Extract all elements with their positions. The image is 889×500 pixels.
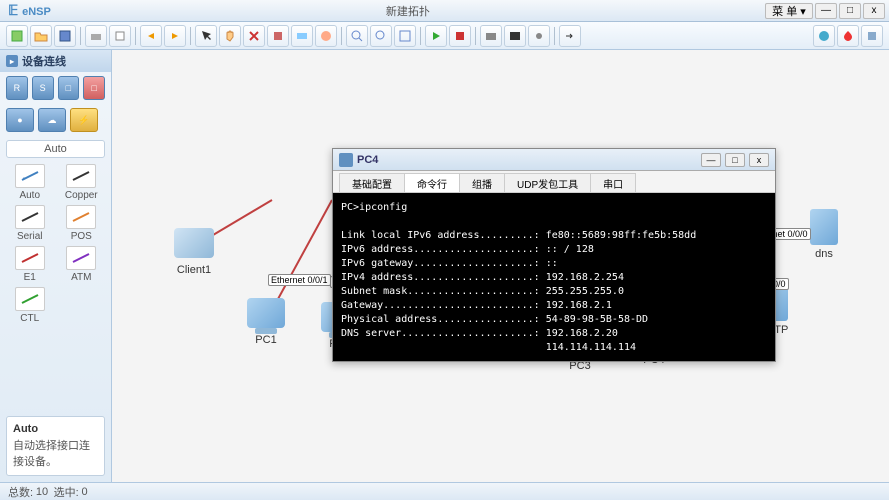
tool-save[interactable] (54, 25, 76, 47)
pc4-maximize[interactable]: □ (725, 153, 745, 167)
tool-zoom-in[interactable] (346, 25, 368, 47)
tool-zoom-fit[interactable] (394, 25, 416, 47)
main-toolbar (0, 22, 889, 50)
conn-atm[interactable] (66, 246, 96, 270)
tool-copy[interactable] (109, 25, 131, 47)
port-pc1: Ethernet 0/0/1 (268, 274, 331, 286)
sidebar-header: ▸ 设备连线 (0, 50, 111, 72)
device-cloud[interactable]: ☁ (38, 108, 66, 132)
tool-hand[interactable] (219, 25, 241, 47)
tool-open[interactable] (30, 25, 52, 47)
tool-undo[interactable] (140, 25, 162, 47)
conn-copper[interactable] (66, 164, 96, 188)
connection-grid: Auto Copper Serial POS E1 ATM CTL (0, 160, 111, 328)
conn-serial[interactable] (15, 205, 45, 229)
maximize-button[interactable]: □ (839, 3, 861, 19)
chevron-icon: ▸ (6, 55, 18, 67)
tool-clear[interactable] (267, 25, 289, 47)
conn-auto[interactable] (15, 164, 45, 188)
device-router[interactable]: R (6, 76, 28, 100)
pc4-icon (339, 153, 353, 167)
device-pc[interactable]: ● (6, 108, 34, 132)
conn-e1[interactable] (15, 246, 45, 270)
pc4-window: PC4 — □ x 基础配置 命令行 组播 UDP发包工具 串口 PC>ipco… (332, 148, 776, 362)
app-logo: 𝔼 eNSP (8, 2, 51, 19)
node-client1[interactable]: Client1 (172, 224, 216, 276)
tool-stop[interactable] (449, 25, 471, 47)
tool-start[interactable] (425, 25, 447, 47)
tab-multicast[interactable]: 组播 (459, 173, 505, 192)
pc4-close[interactable]: x (749, 153, 769, 167)
auto-header: Auto (6, 140, 105, 158)
tab-cli[interactable]: 命令行 (404, 173, 460, 192)
tool-delete[interactable] (243, 25, 265, 47)
conn-ctl[interactable] (15, 287, 45, 311)
tab-serial[interactable]: 串口 (590, 173, 636, 192)
tool-pointer[interactable] (195, 25, 217, 47)
tool-print[interactable] (85, 25, 107, 47)
tool-capture[interactable] (480, 25, 502, 47)
device-firewall[interactable]: □ (83, 76, 105, 100)
device-switch[interactable]: S (32, 76, 54, 100)
conn-pos[interactable] (66, 205, 96, 229)
tool-about[interactable] (861, 25, 883, 47)
statusbar: 总数: 10 选中: 0 (0, 482, 889, 500)
device-connection[interactable]: ⚡ (70, 108, 98, 132)
minimize-button[interactable]: — (815, 3, 837, 19)
node-pc1[interactable]: PC1 (244, 294, 288, 346)
topology-canvas[interactable]: Client1 PC1 Ethernet 0/0/1 PC2 Ethernet … (112, 50, 889, 482)
tool-zoom-out[interactable] (370, 25, 392, 47)
pc4-minimize[interactable]: — (701, 153, 721, 167)
tab-udp[interactable]: UDP发包工具 (504, 173, 591, 192)
tool-export[interactable] (559, 25, 581, 47)
tool-help[interactable] (813, 25, 835, 47)
close-button[interactable]: x (863, 3, 885, 19)
tool-cli[interactable] (504, 25, 526, 47)
tool-redo[interactable] (164, 25, 186, 47)
tool-settings[interactable] (528, 25, 550, 47)
sidebar: ▸ 设备连线 R S □ □ ● ☁ ⚡ Auto Auto Copper Se… (0, 50, 112, 482)
tool-palette[interactable] (315, 25, 337, 47)
titlebar: 𝔼 eNSP 新建拓扑 菜 单 ▾ — □ x (0, 0, 889, 22)
pc4-titlebar[interactable]: PC4 — □ x (333, 149, 775, 171)
tool-huawei[interactable] (837, 25, 859, 47)
tab-basic[interactable]: 基础配置 (339, 173, 405, 192)
window-title: 新建拓扑 (51, 3, 765, 19)
pc4-tabs: 基础配置 命令行 组播 UDP发包工具 串口 (333, 171, 775, 193)
tool-new[interactable] (6, 25, 28, 47)
tool-text[interactable] (291, 25, 313, 47)
info-box: Auto 自动选择接口连接设备。 (6, 416, 105, 476)
device-wlan[interactable]: □ (58, 76, 80, 100)
menu-button[interactable]: 菜 单 ▾ (765, 3, 813, 19)
terminal-output[interactable]: PC>ipconfig Link local IPv6 address.....… (333, 193, 775, 361)
